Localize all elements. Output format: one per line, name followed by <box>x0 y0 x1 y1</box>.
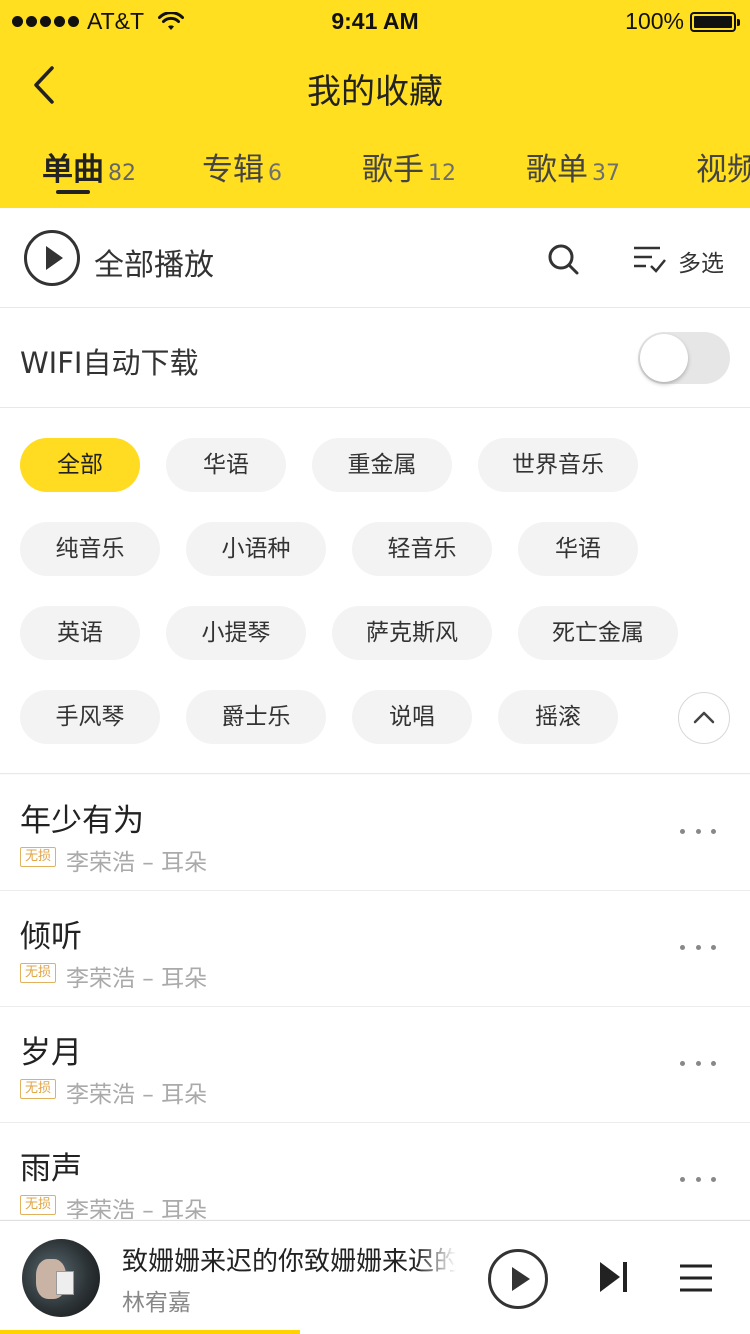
tab-bar: 单曲 82 专辑 6 歌手 12 歌单 37 视频 <box>0 140 750 208</box>
multi-select-button[interactable]: 多选 <box>678 244 724 278</box>
tab-singles[interactable]: 单曲 82 <box>42 144 136 189</box>
song-artist-album: 李荣浩 – 耳朵 <box>66 966 208 992</box>
battery-icon <box>690 11 740 32</box>
tab-videos[interactable]: 视频 <box>696 144 750 189</box>
tab-active-indicator <box>56 190 90 194</box>
play-button[interactable] <box>488 1249 548 1309</box>
tag-chinese-2[interactable]: 华语 <box>518 522 638 576</box>
tab-count: 6 <box>268 161 282 186</box>
song-artist-album: 李荣浩 – 耳朵 <box>66 1082 208 1108</box>
tag-minor-language[interactable]: 小语种 <box>186 522 326 576</box>
tag-world-music[interactable]: 世界音乐 <box>478 438 638 492</box>
battery-percent: 100% <box>625 8 684 34</box>
tab-count: 82 <box>108 161 136 186</box>
tag-rap[interactable]: 说唱 <box>352 690 472 744</box>
wifi-download-row: WIFI自动下载 <box>0 308 750 408</box>
collapse-tags-button[interactable] <box>678 692 730 744</box>
tag-instrumental[interactable]: 纯音乐 <box>20 522 160 576</box>
song-title: 倾听 <box>20 919 82 955</box>
tag-all[interactable]: 全部 <box>20 438 140 492</box>
tag-english[interactable]: 英语 <box>20 606 140 660</box>
toggle-knob <box>640 334 688 382</box>
genre-tag-cloud: 全部 华语 重金属 世界音乐 纯音乐 小语种 轻音乐 华语 英语 小提琴 萨克斯… <box>0 408 750 774</box>
tag-violin[interactable]: 小提琴 <box>166 606 306 660</box>
more-options-icon[interactable] <box>680 1053 716 1073</box>
tab-label: 专辑 <box>202 152 264 188</box>
song-title: 雨声 <box>20 1151 82 1187</box>
playlist-icon[interactable] <box>680 1263 712 1293</box>
more-options-icon[interactable] <box>680 821 716 841</box>
tag-jazz[interactable]: 爵士乐 <box>186 690 326 744</box>
tab-label: 歌单 <box>526 152 588 188</box>
play-all-button[interactable]: 全部播放 <box>94 240 214 284</box>
song-artist-album: 李荣浩 – 耳朵 <box>66 1198 208 1219</box>
song-row[interactable]: 倾听 无损 李荣浩 – 耳朵 <box>0 891 750 1007</box>
lossless-badge: 无损 <box>20 847 56 867</box>
tag-chinese[interactable]: 华语 <box>166 438 286 492</box>
wifi-download-toggle[interactable] <box>638 332 730 384</box>
tab-label: 歌手 <box>362 152 424 188</box>
header: AT&T 9:41 AM 100% 我的收藏 单曲82 专辑6 歌手12 <box>0 0 750 208</box>
lossless-badge: 无损 <box>20 1195 56 1215</box>
wifi-download-label: WIFI自动下载 <box>20 346 199 380</box>
tab-playlists[interactable]: 歌单 37 <box>526 144 620 189</box>
tag-accordion[interactable]: 手风琴 <box>20 690 160 744</box>
now-playing-title: 致姗姗来迟的你致姗姗来迟的你 <box>122 1241 456 1278</box>
tab-albums[interactable]: 专辑 6 <box>202 144 282 189</box>
mini-player[interactable]: 致姗姗来迟的你致姗姗来迟的你 林宥嘉 <box>0 1220 750 1334</box>
album-cover[interactable] <box>22 1239 100 1317</box>
song-row[interactable]: 雨声 无损 李荣浩 – 耳朵 <box>0 1123 750 1219</box>
multi-select-icon[interactable] <box>632 242 666 276</box>
tag-light-music[interactable]: 轻音乐 <box>352 522 492 576</box>
now-playing-artist: 林宥嘉 <box>122 1290 191 1316</box>
tag-heavy-metal[interactable]: 重金属 <box>312 438 452 492</box>
play-all-bar: 全部播放 多选 <box>0 208 750 308</box>
chevron-up-icon <box>693 711 715 724</box>
tab-artists[interactable]: 歌手 12 <box>362 144 456 189</box>
tag-saxophone[interactable]: 萨克斯风 <box>332 606 492 660</box>
play-all-icon[interactable] <box>24 230 80 286</box>
song-title: 岁月 <box>20 1035 82 1071</box>
playback-progress-bar <box>0 1330 300 1334</box>
lossless-badge: 无损 <box>20 1079 56 1099</box>
tag-death-metal[interactable]: 死亡金属 <box>518 606 678 660</box>
more-options-icon[interactable] <box>680 937 716 957</box>
song-artist-album: 李荣浩 – 耳朵 <box>66 850 208 876</box>
page-title: 我的收藏 <box>307 72 443 112</box>
more-options-icon[interactable] <box>680 1169 716 1189</box>
tab-label: 单曲 <box>42 152 104 188</box>
lossless-badge: 无损 <box>20 963 56 983</box>
search-icon[interactable] <box>546 242 580 276</box>
tab-label: 视频 <box>696 152 750 188</box>
song-list: 年少有为 无损 李荣浩 – 耳朵 倾听 无损 李荣浩 – 耳朵 岁月 无损 李荣… <box>0 775 750 1219</box>
tag-rock[interactable]: 摇滚 <box>498 690 618 744</box>
song-row[interactable]: 岁月 无损 李荣浩 – 耳朵 <box>0 1007 750 1123</box>
song-row[interactable]: 年少有为 无损 李荣浩 – 耳朵 <box>0 775 750 891</box>
tab-count: 37 <box>592 161 620 186</box>
next-track-icon[interactable] <box>598 1259 630 1295</box>
song-title: 年少有为 <box>20 803 144 839</box>
tab-count: 12 <box>428 161 456 186</box>
status-bar: AT&T 9:41 AM 100% <box>0 0 750 40</box>
nav-bar: 我的收藏 <box>0 40 750 130</box>
